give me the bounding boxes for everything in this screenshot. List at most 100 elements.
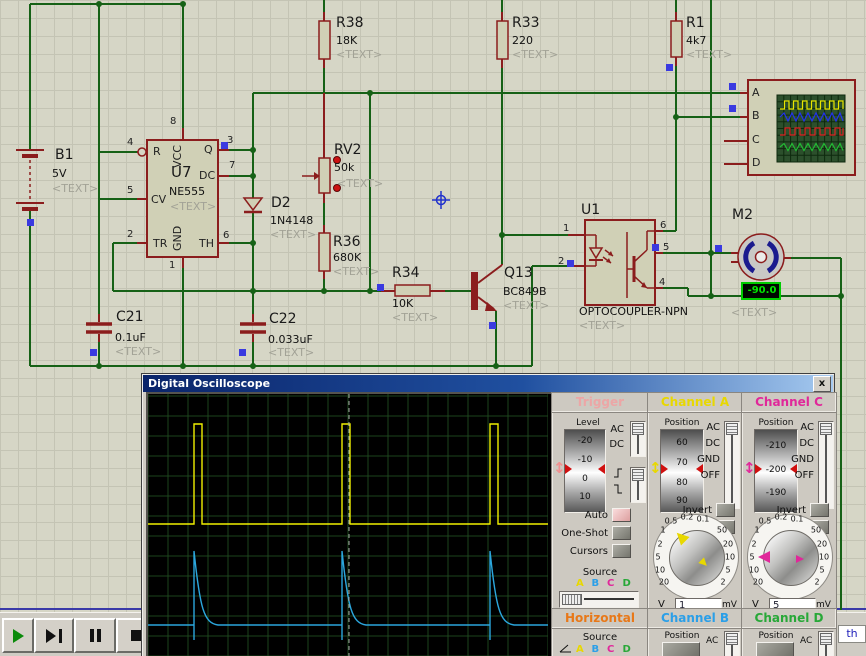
channel-a-arrows-icon[interactable]: ↕ — [649, 461, 662, 476]
scale-value: -190 — [755, 488, 797, 498]
channel-a-coupling-switch[interactable] — [724, 421, 740, 509]
knob-scale-value: 2 — [720, 578, 725, 587]
trigger-panel: Trigger Level -20-10010 ↕ ACDC Auto One-… — [551, 392, 649, 610]
trigger-source-slider[interactable] — [559, 591, 639, 608]
potentiometer-rv2[interactable] — [302, 157, 341, 194]
scale-value: 10 — [565, 492, 605, 502]
step-button[interactable] — [34, 618, 74, 653]
resistor-r33[interactable] — [497, 21, 508, 59]
source-channel-b: B — [592, 579, 600, 589]
scope-screen[interactable] — [146, 392, 554, 656]
play-icon — [13, 629, 24, 643]
window-title: Digital Oscilloscope — [148, 377, 270, 390]
trigger-edge-switch[interactable] — [630, 467, 646, 503]
source-channel-d: D — [623, 645, 631, 655]
pause-button[interactable] — [74, 618, 116, 653]
resistor-r34[interactable] — [395, 285, 430, 296]
horizontal-panel: Horizontal Source ABCD — [551, 608, 649, 656]
channel-d-panel: Channel D Position AC — [741, 608, 837, 656]
knob-scale-value: 1 — [754, 526, 759, 535]
knob-scale-value: 0.2 — [681, 513, 694, 522]
cursors-label: Cursors — [564, 547, 608, 557]
resistor-r38[interactable] — [319, 21, 330, 59]
resistor-r36[interactable] — [319, 233, 330, 271]
step-icon — [46, 629, 56, 643]
knob-scale-value: 2 — [814, 578, 819, 587]
knob-scale-value: 0.1 — [697, 515, 710, 524]
coupling-label: AC — [780, 423, 814, 433]
rising-edge-icon — [612, 467, 624, 479]
coupling-label: AC — [590, 425, 624, 435]
channel-b-coupling-switch[interactable] — [724, 631, 740, 656]
knob-scale-value: 2 — [751, 540, 756, 549]
play-button[interactable] — [2, 618, 34, 653]
coupling-label: DC — [686, 439, 720, 449]
invert-button-c[interactable] — [810, 503, 829, 517]
position-label-b: Position — [658, 632, 706, 641]
transistor-q13[interactable] — [471, 264, 502, 311]
channel-b-position-button[interactable] — [662, 642, 700, 656]
oscilloscope-symbol[interactable] — [748, 80, 855, 175]
trigger-source-label: Source — [572, 568, 628, 578]
scale-value: 0 — [565, 474, 605, 484]
source-channel-a: A — [576, 579, 584, 589]
channel-b-ac-label: AC — [706, 637, 718, 646]
capacitor-c21[interactable] — [86, 324, 112, 332]
knob-scale-value: 1 — [660, 526, 665, 535]
capacitor-c22[interactable] — [240, 324, 266, 332]
knob-scale-value: 20 — [817, 540, 827, 549]
knob-scale-value: 5 — [655, 553, 660, 562]
invert-button-a[interactable] — [716, 503, 735, 517]
knob-scale-value: 5 — [819, 566, 824, 575]
ic-u7-ne555[interactable] — [138, 140, 218, 257]
knob-scale-value: 5 — [725, 566, 730, 575]
channel-c-panel: Channel C Position -210-200-190 ↕ ACDCGN… — [741, 392, 837, 610]
knob-scale-value: 10 — [749, 566, 759, 575]
channel-c-gain-knob[interactable]: 0.50.20.1125102050201052 — [747, 514, 833, 600]
close-icon[interactable]: x — [813, 376, 831, 392]
oscilloscope-window: Digital Oscilloscope x Trigger Level -20… — [141, 373, 835, 656]
coupling-label: OFF — [780, 471, 814, 481]
stop-icon — [131, 630, 142, 641]
channel-b-header: Channel B — [648, 609, 742, 629]
coupling-label: OFF — [686, 471, 720, 481]
one-shot-button[interactable] — [612, 526, 631, 540]
knob-scale-value: 5 — [749, 553, 754, 562]
knob-scale-value: 20 — [659, 578, 669, 587]
knob-scale-value: 10 — [819, 553, 829, 562]
motor-m2[interactable] — [738, 234, 784, 280]
knob-pointer-c — [758, 551, 770, 563]
source-channel-d: D — [623, 579, 631, 589]
source-channel-a: A — [576, 645, 584, 655]
channel-d-header: Channel D — [742, 609, 836, 629]
channel-d-coupling-switch[interactable] — [818, 631, 834, 656]
channel-b-panel: Channel B Position AC — [647, 608, 743, 656]
optocoupler-u1[interactable] — [585, 220, 655, 305]
trigger-arrows-icon[interactable]: ↕ — [553, 461, 566, 476]
diode-d2[interactable] — [244, 198, 262, 212]
channel-a-gain-knob[interactable]: 0.50.20.1125102050201052 — [653, 514, 739, 600]
origin-markers — [27, 64, 736, 356]
battery-b1[interactable] — [16, 150, 44, 209]
coupling-label: GND — [686, 455, 720, 465]
window-titlebar[interactable]: Digital Oscilloscope — [143, 375, 833, 392]
cursors-button[interactable] — [612, 544, 631, 558]
resistor-r1[interactable] — [671, 21, 682, 57]
channel-c-arrows-icon[interactable]: ↕ — [743, 461, 756, 476]
knob-scale-value: 0.5 — [759, 517, 772, 526]
channel-d-ac-label: AC — [800, 637, 812, 646]
status-text: th — [838, 625, 866, 643]
knob-scale-value: 50 — [811, 526, 821, 535]
auto-label: Auto — [572, 511, 608, 521]
coupling-label: DC — [590, 440, 624, 450]
channel-a-panel: Channel A Position 60708090 ↕ ACDCGNDOFF… — [647, 392, 743, 610]
auto-button[interactable] — [612, 508, 631, 522]
falling-edge-icon — [612, 483, 624, 495]
trigger-coupling-switch[interactable] — [630, 421, 646, 457]
trigger-header: Trigger — [552, 393, 648, 413]
knob-scale-value: 2 — [657, 540, 662, 549]
channel-d-position-button[interactable] — [756, 642, 794, 656]
source-channel-c: C — [607, 645, 614, 655]
horizontal-source-label: Source — [572, 633, 628, 643]
channel-c-coupling-switch[interactable] — [818, 421, 834, 509]
